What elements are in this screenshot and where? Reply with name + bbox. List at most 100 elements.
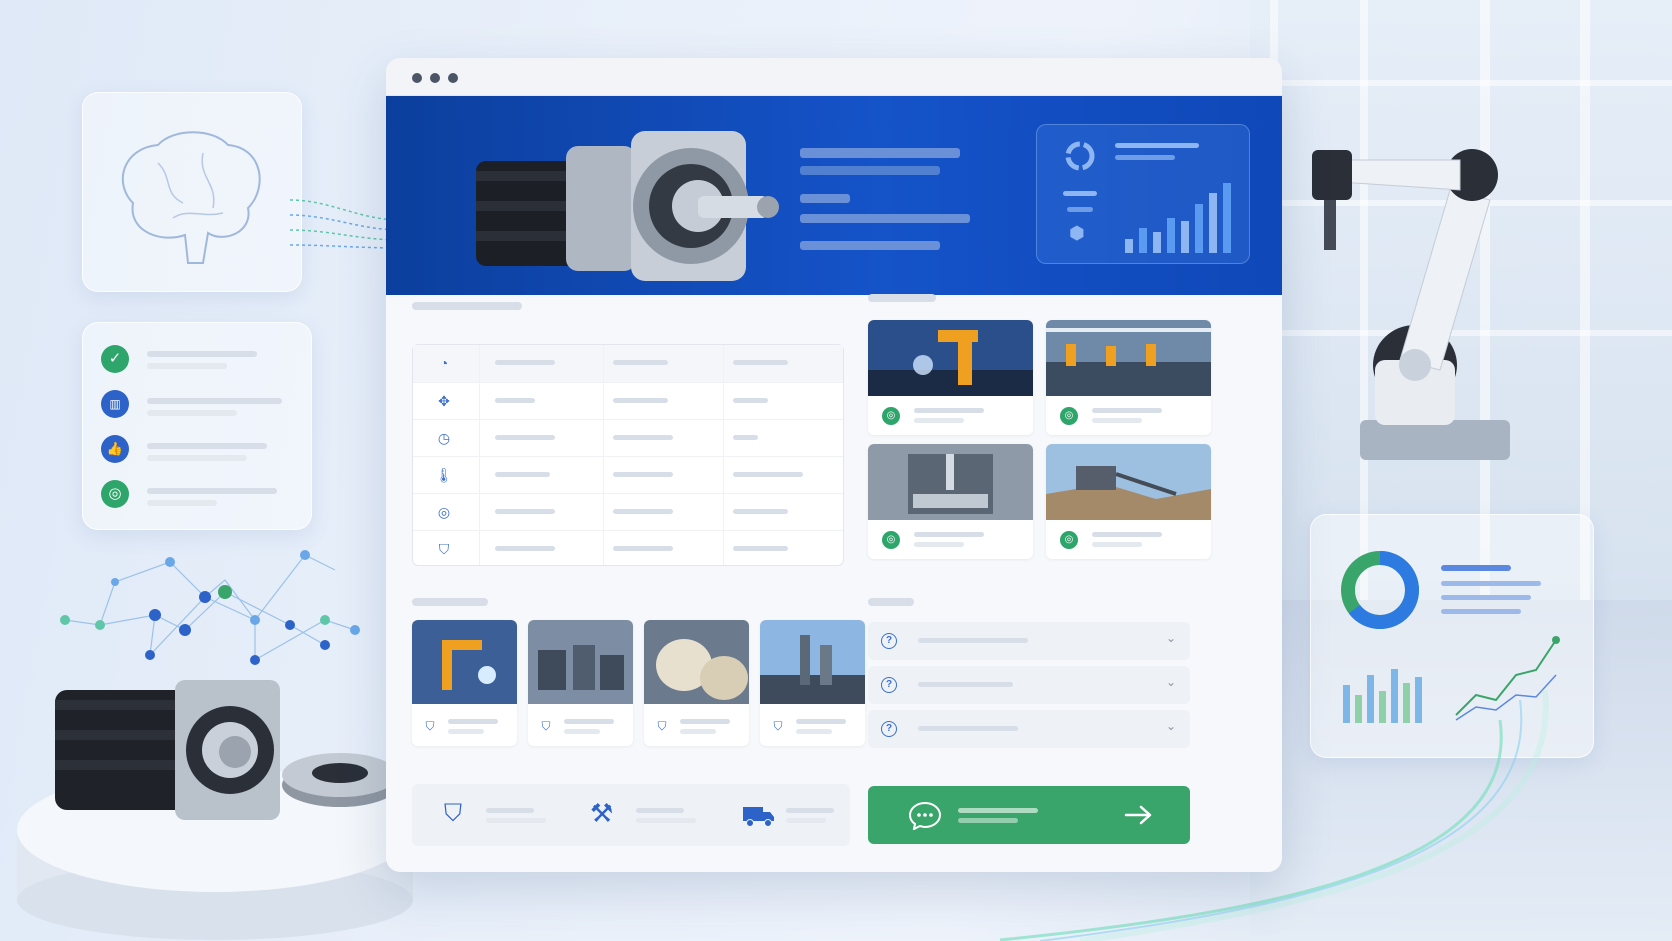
chevron-down-icon[interactable]: ⌄ — [1166, 675, 1176, 689]
industries-section-title — [412, 598, 488, 606]
question-icon: ? — [881, 677, 897, 693]
spec-value — [495, 398, 535, 403]
window-close-dot[interactable] — [412, 73, 422, 83]
chart-bar — [1223, 183, 1231, 253]
target-icon: ◎ — [437, 504, 451, 520]
robot-welding-image — [868, 320, 1033, 396]
faq-item[interactable]: ? ⌄ — [868, 622, 1190, 660]
card-caption — [564, 729, 600, 734]
application-card[interactable]: ◎ — [868, 320, 1033, 435]
industry-card[interactable]: ⛉ — [412, 620, 517, 746]
shield-icon: ⛉ — [541, 719, 551, 733]
window-minimize-dot[interactable] — [430, 73, 440, 83]
benefit-line — [147, 488, 277, 494]
faq-item[interactable]: ? ⌄ — [868, 666, 1190, 704]
verified-badge-icon: ◎ — [1060, 407, 1078, 425]
verified-badge-icon: ◎ — [882, 407, 900, 425]
benefits-card: ✓ ▥ 👍 ◎ — [82, 322, 312, 530]
packaging-line-image — [528, 620, 633, 704]
robot-arm-illustration — [1312, 149, 1510, 460]
benefit-line — [147, 443, 267, 449]
card-caption — [914, 542, 964, 547]
spec-value — [613, 398, 668, 403]
stat-line — [1067, 207, 1093, 212]
donut-chart-icon — [1341, 551, 1419, 629]
gearbox-product-image — [476, 131, 779, 281]
spec-value — [495, 509, 555, 514]
network-graph — [60, 550, 360, 665]
mining-site-image — [1046, 444, 1211, 520]
shield-icon: ⛉ — [425, 719, 435, 733]
spec-row: ✥ — [413, 382, 843, 419]
donut-icon — [1065, 141, 1095, 171]
contact-cta-button[interactable] — [868, 786, 1190, 844]
stat-line — [1115, 155, 1175, 160]
refinery-image — [760, 620, 865, 704]
hero-stats-panel: ⬢ — [1036, 124, 1250, 264]
legend-line — [1441, 565, 1511, 571]
spec-value — [495, 360, 555, 365]
faq-question — [918, 682, 1013, 687]
ai-brain-card — [82, 92, 302, 292]
benefit-line — [147, 351, 257, 357]
window-maximize-dot[interactable] — [448, 73, 458, 83]
application-card[interactable]: ◎ — [868, 444, 1033, 559]
legend-line — [1441, 581, 1541, 586]
chevron-down-icon[interactable]: ⌄ — [1166, 631, 1176, 645]
card-caption — [564, 719, 614, 724]
application-card[interactable]: ◎ — [1046, 444, 1211, 559]
hero-title-placeholder — [800, 166, 940, 175]
trust-caption — [786, 808, 834, 813]
spec-value — [495, 435, 555, 440]
arrow-right-icon — [1124, 805, 1152, 825]
application-card[interactable]: ◎ — [1046, 320, 1211, 435]
question-icon: ? — [881, 721, 897, 737]
industry-card[interactable]: ⛉ — [644, 620, 749, 746]
spec-value — [613, 360, 668, 365]
chart-icon: ▥ — [101, 390, 129, 418]
spec-value — [733, 360, 788, 365]
shield-icon: ⛉ — [773, 719, 783, 733]
industry-card[interactable]: ⛉ — [528, 620, 633, 746]
faq-section-title — [868, 598, 914, 606]
check-icon: ✓ — [101, 345, 129, 373]
hero-banner: ⬢ — [386, 96, 1282, 295]
spec-value — [733, 398, 768, 403]
robot-arm-image — [412, 620, 517, 704]
card-caption — [914, 418, 964, 423]
spec-row: 🌡 — [413, 456, 843, 493]
growth-bar-chart — [1125, 183, 1231, 253]
chart-bar — [1181, 221, 1189, 253]
industry-card[interactable]: ⛉ — [760, 620, 865, 746]
paper-rolls-image — [644, 620, 749, 704]
spec-row: ◎ — [413, 493, 843, 530]
spec-value — [613, 435, 673, 440]
card-caption — [680, 719, 730, 724]
spec-value — [733, 472, 803, 477]
trust-bar: ⛉ ⚒ — [412, 784, 850, 846]
faq-item[interactable]: ? ⌄ — [868, 710, 1190, 748]
stat-line — [1063, 191, 1097, 196]
spec-row: ◷ — [413, 419, 843, 456]
thumbs-up-icon: 👍 — [101, 435, 129, 463]
spec-value — [613, 509, 673, 514]
chevron-down-icon[interactable]: ⌄ — [1166, 719, 1176, 733]
thermometer-icon: 🌡 — [435, 467, 453, 483]
spec-value — [613, 546, 673, 551]
cnc-machining-image — [868, 444, 1033, 520]
trust-caption — [486, 818, 546, 823]
benefit-line — [147, 500, 217, 506]
legend-line — [1441, 609, 1521, 614]
spec-row: ◔ — [413, 345, 843, 382]
motor-pedestal — [17, 680, 413, 940]
card-caption — [914, 408, 984, 413]
spec-value — [733, 546, 788, 551]
cta-label-placeholder — [958, 808, 1038, 813]
chat-icon — [908, 801, 942, 830]
chart-bar — [1195, 204, 1203, 253]
question-icon: ? — [881, 633, 897, 649]
brain-icon — [121, 131, 261, 264]
hero-title-placeholder — [800, 148, 960, 158]
spec-value — [733, 435, 758, 440]
spec-value — [495, 472, 550, 477]
